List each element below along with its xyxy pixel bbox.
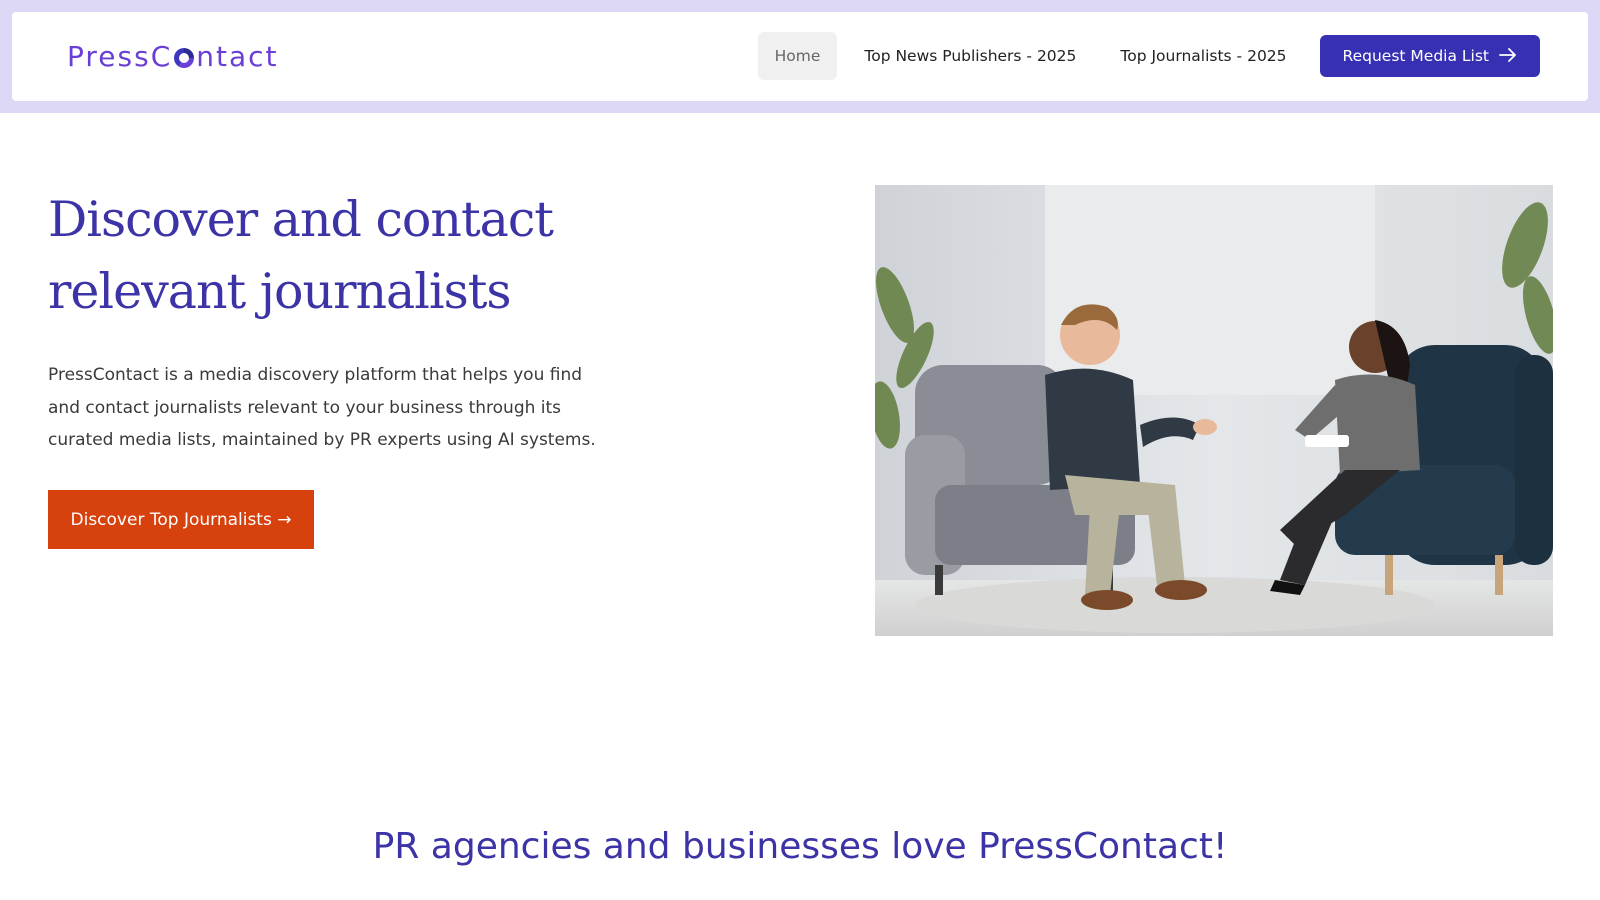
request-media-list-label: Request Media List [1342, 47, 1489, 65]
hero-interview-photo [875, 185, 1553, 636]
navbar: PressC ntact Home Top News Publishers - 2… [12, 12, 1588, 101]
request-media-list-button[interactable]: Request Media List [1319, 35, 1540, 77]
hero-title-line1: Discover and contact [48, 191, 554, 248]
hero-title-line2: relevant journalists [48, 263, 512, 320]
hero-description: PressContact is a media discovery platfo… [48, 365, 596, 450]
discover-top-journalists-button[interactable]: Discover Top Journalists → [48, 490, 314, 549]
main-nav: Home Top News Publishers - 2025 Top Jour… [757, 32, 1540, 80]
nav-top-news-publishers[interactable]: Top News Publishers - 2025 [847, 32, 1093, 80]
logo[interactable]: PressC ntact [67, 38, 279, 74]
arrow-right-icon [1499, 46, 1517, 67]
testimonials-heading: PR agencies and businesses love PressCon… [372, 826, 1228, 867]
logo-text-part1: PressC [67, 39, 173, 73]
hero-title: Discover and contact relevant journalist… [48, 184, 568, 328]
logo-mark-icon [174, 48, 195, 68]
nav-top-journalists[interactable]: Top Journalists - 2025 [1103, 32, 1303, 80]
logo-text-part2: ntact [196, 39, 279, 73]
nav-home[interactable]: Home [757, 32, 838, 80]
